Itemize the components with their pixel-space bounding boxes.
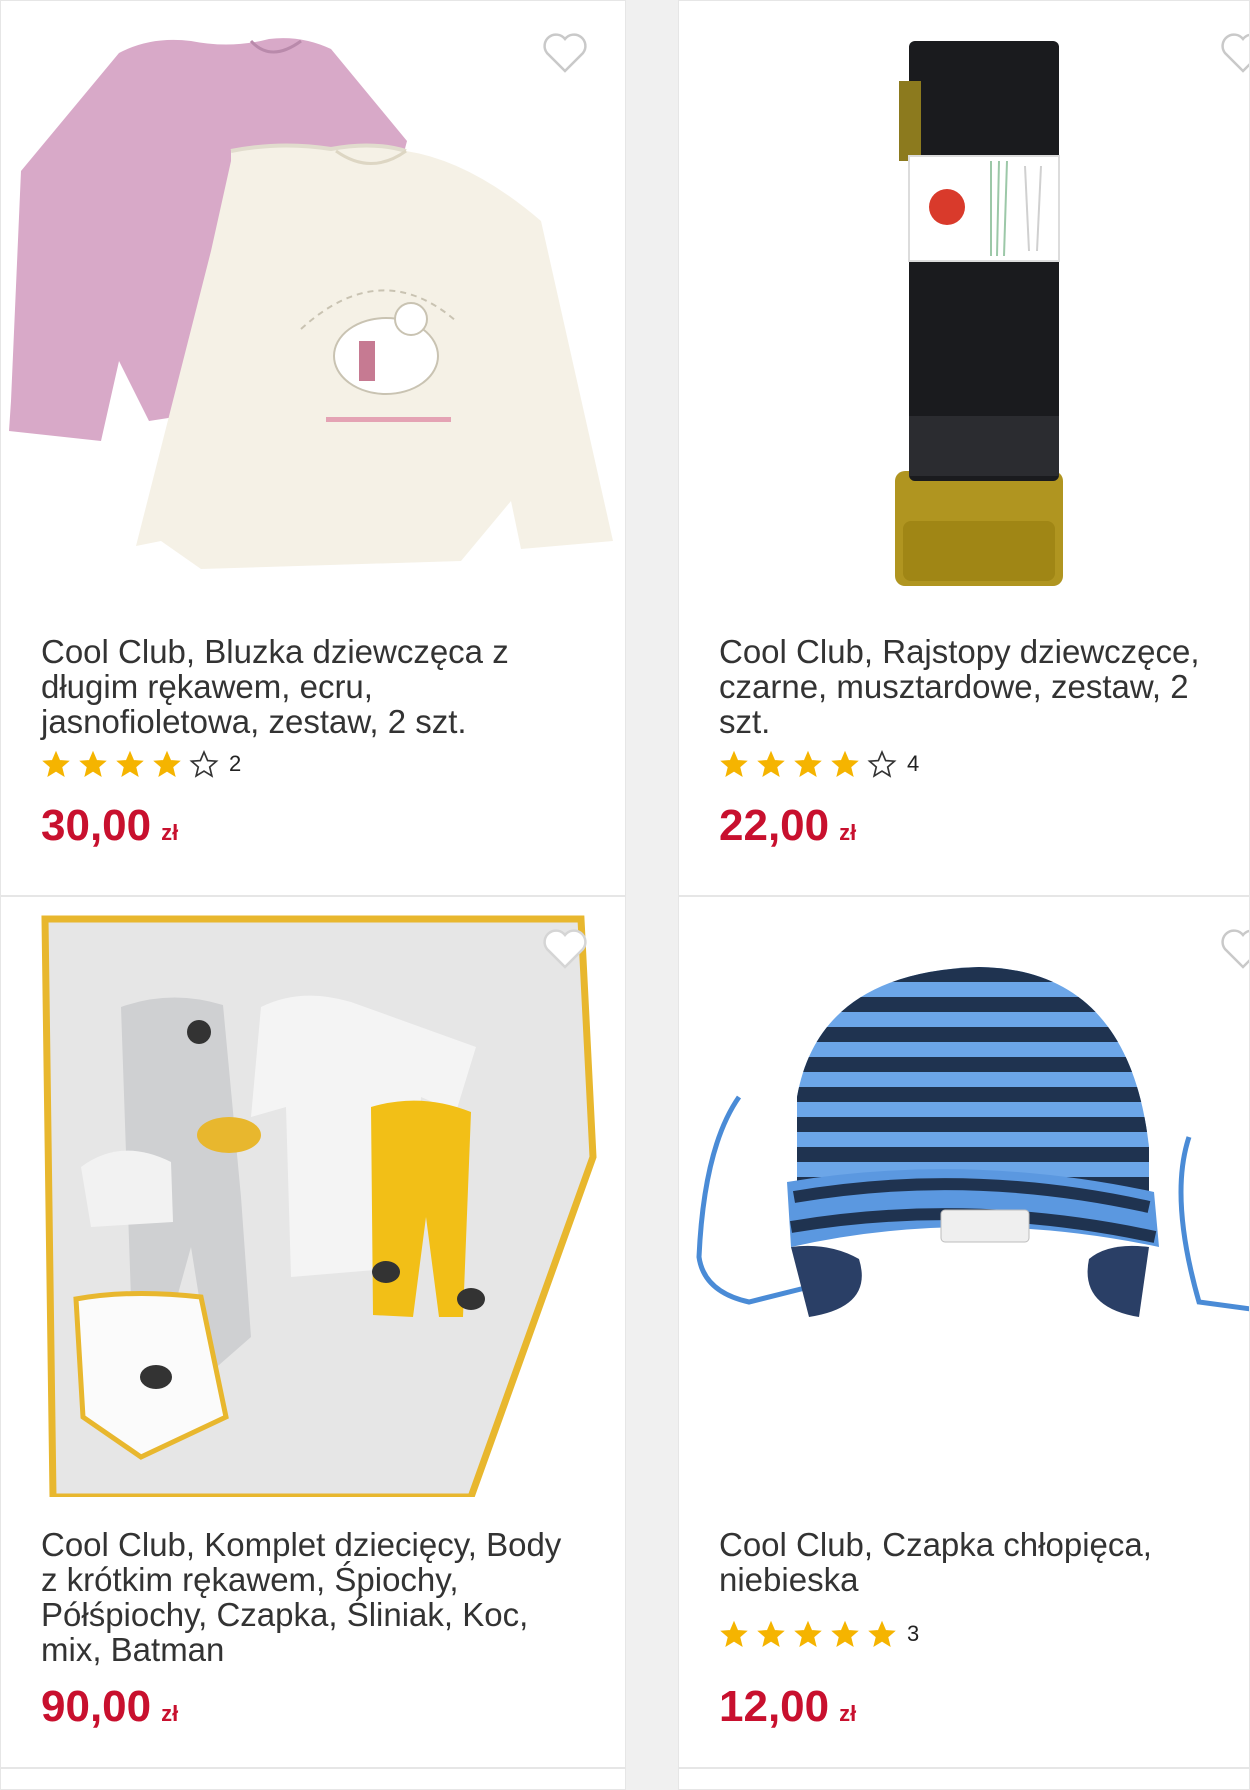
heart-outline-icon[interactable] (1219, 31, 1250, 75)
star-empty-icon (867, 750, 897, 778)
price: 30,00 zł (41, 801, 178, 851)
price-currency: zł (839, 820, 857, 845)
price-amount: 22,00 (719, 801, 830, 850)
rating: 3 (719, 1619, 919, 1649)
star-filled-icon (794, 1620, 822, 1648)
rating: 4 (719, 749, 919, 779)
star-filled-icon (720, 750, 748, 778)
heart-outline-icon[interactable] (1219, 927, 1250, 971)
star-filled-icon (42, 750, 70, 778)
price-amount: 12,00 (719, 1682, 830, 1731)
star-filled-icon (720, 1620, 748, 1648)
price-currency: zł (161, 820, 179, 845)
heart-outline-icon[interactable] (541, 31, 589, 75)
rating-count: 2 (229, 751, 242, 776)
price-currency: zł (161, 1701, 179, 1726)
star-filled-icon (79, 750, 107, 778)
price: 90,00 zł (41, 1682, 178, 1732)
product-card[interactable]: Cool Club, Komplet dziecięcy, Body z kró… (0, 896, 626, 1768)
next-product-card-edge (678, 1768, 1250, 1790)
product-title[interactable]: Cool Club, Rajstopy dziewczęce, czarne, … (719, 634, 1239, 739)
product-card[interactable]: Cool Club, Rajstopy dziewczęce, czarne, … (678, 0, 1250, 896)
product-title[interactable]: Cool Club, Bluzka dziewczęca z długim rę… (41, 634, 585, 739)
star-filled-icon (116, 750, 144, 778)
star-empty-icon (189, 750, 219, 778)
product-image[interactable] (1, 897, 625, 1501)
product-title[interactable]: Cool Club, Czapka chłopięca, niebieska (719, 1527, 1239, 1597)
star-filled-icon (868, 1620, 896, 1648)
price-amount: 90,00 (41, 1682, 152, 1731)
next-product-card-edge (0, 1768, 626, 1790)
product-card[interactable]: Cool Club, Bluzka dziewczęca z długim rę… (0, 0, 626, 896)
star-filled-icon (757, 750, 785, 778)
price: 12,00 zł (719, 1682, 856, 1732)
star-filled-icon (153, 750, 181, 778)
product-image[interactable] (679, 897, 1249, 1497)
rating-count: 4 (907, 751, 920, 776)
star-filled-icon (831, 1620, 859, 1648)
rating: 2 (41, 749, 241, 779)
heart-outline-icon[interactable] (541, 927, 589, 971)
rating-count: 3 (907, 1621, 920, 1646)
star-filled-icon (794, 750, 822, 778)
product-image[interactable] (679, 1, 1249, 601)
price-amount: 30,00 (41, 801, 152, 850)
product-image[interactable] (1, 1, 625, 601)
star-filled-icon (831, 750, 859, 778)
price-currency: zł (839, 1701, 857, 1726)
product-title[interactable]: Cool Club, Komplet dziecięcy, Body z kró… (41, 1527, 585, 1667)
price: 22,00 zł (719, 801, 856, 851)
product-card[interactable]: Cool Club, Czapka chłopięca, niebieska 3… (678, 896, 1250, 1768)
star-filled-icon (757, 1620, 785, 1648)
